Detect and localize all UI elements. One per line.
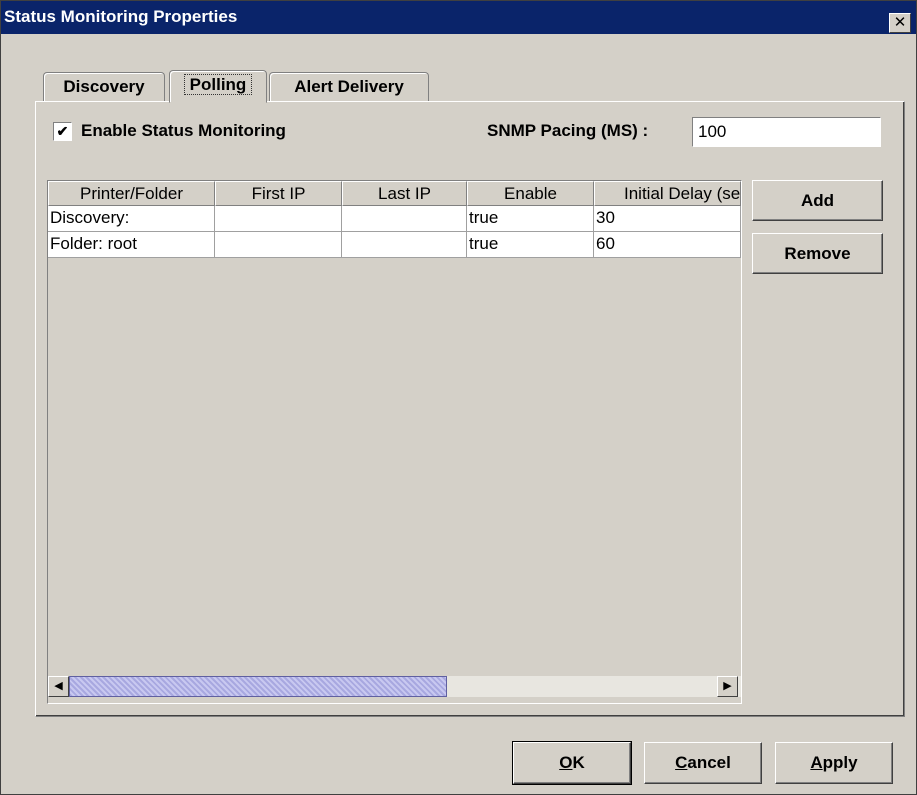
table-cell[interactable]	[215, 206, 342, 232]
column-header-enable[interactable]: Enable	[467, 181, 594, 206]
table-cell[interactable]: Folder: root	[48, 232, 215, 258]
table-cell[interactable]: true	[467, 206, 594, 232]
table-cell[interactable]: 60	[594, 232, 741, 258]
remove-button[interactable]: Remove	[752, 233, 883, 274]
table-cell[interactable]: Discovery:	[48, 206, 215, 232]
properties-dialog: Status Monitoring Properties ✕ Discovery…	[0, 0, 917, 795]
ok-button[interactable]: OK	[512, 741, 632, 785]
tab-discovery-label: Discovery	[63, 77, 145, 96]
table-cell[interactable]: 30	[594, 206, 741, 232]
column-header-last-ip[interactable]: Last IP	[342, 181, 467, 206]
tab-discovery[interactable]: Discovery	[43, 72, 165, 101]
tab-alert-delivery-label: Alert Delivery	[294, 77, 404, 96]
tab-alert-delivery[interactable]: Alert Delivery	[269, 72, 429, 101]
snmp-pacing-input[interactable]	[692, 117, 881, 147]
scroll-right-button[interactable]: ▶	[717, 676, 738, 697]
cancel-button[interactable]: Cancel	[644, 742, 762, 784]
close-icon: ✕	[893, 14, 907, 31]
table-cell[interactable]	[342, 232, 467, 258]
checkbox-box[interactable]: ✔	[53, 122, 72, 141]
checkmark-icon: ✔	[56, 123, 69, 139]
polling-table[interactable]: Printer/Folder First IP Last IP Enable I…	[47, 180, 742, 704]
column-header-printer-folder[interactable]: Printer/Folder	[48, 181, 215, 206]
column-header-initial-delay[interactable]: Initial Delay (sec)	[594, 181, 741, 206]
tab-polling[interactable]: Polling	[169, 70, 267, 103]
table-cell[interactable]: true	[467, 232, 594, 258]
enable-status-monitoring-label: Enable Status Monitoring	[81, 121, 286, 140]
arrow-right-icon: ▶	[723, 680, 732, 692]
arrow-left-icon: ◀	[54, 680, 63, 692]
table-cell[interactable]	[215, 232, 342, 258]
horizontal-scrollbar[interactable]: ◀ ▶	[48, 676, 741, 697]
tab-polling-label: Polling	[183, 74, 253, 95]
snmp-pacing-label: SNMP Pacing (MS) :	[487, 121, 649, 140]
scroll-thumb[interactable]	[69, 676, 447, 697]
apply-button[interactable]: Apply	[775, 742, 893, 784]
add-button[interactable]: Add	[752, 180, 883, 221]
column-header-first-ip[interactable]: First IP	[215, 181, 342, 206]
window-title: Status Monitoring Properties	[4, 7, 238, 26]
close-button[interactable]: ✕	[889, 13, 911, 33]
title-bar[interactable]: Status Monitoring Properties ✕	[1, 1, 916, 34]
scroll-left-button[interactable]: ◀	[48, 676, 69, 697]
table-cell[interactable]	[342, 206, 467, 232]
